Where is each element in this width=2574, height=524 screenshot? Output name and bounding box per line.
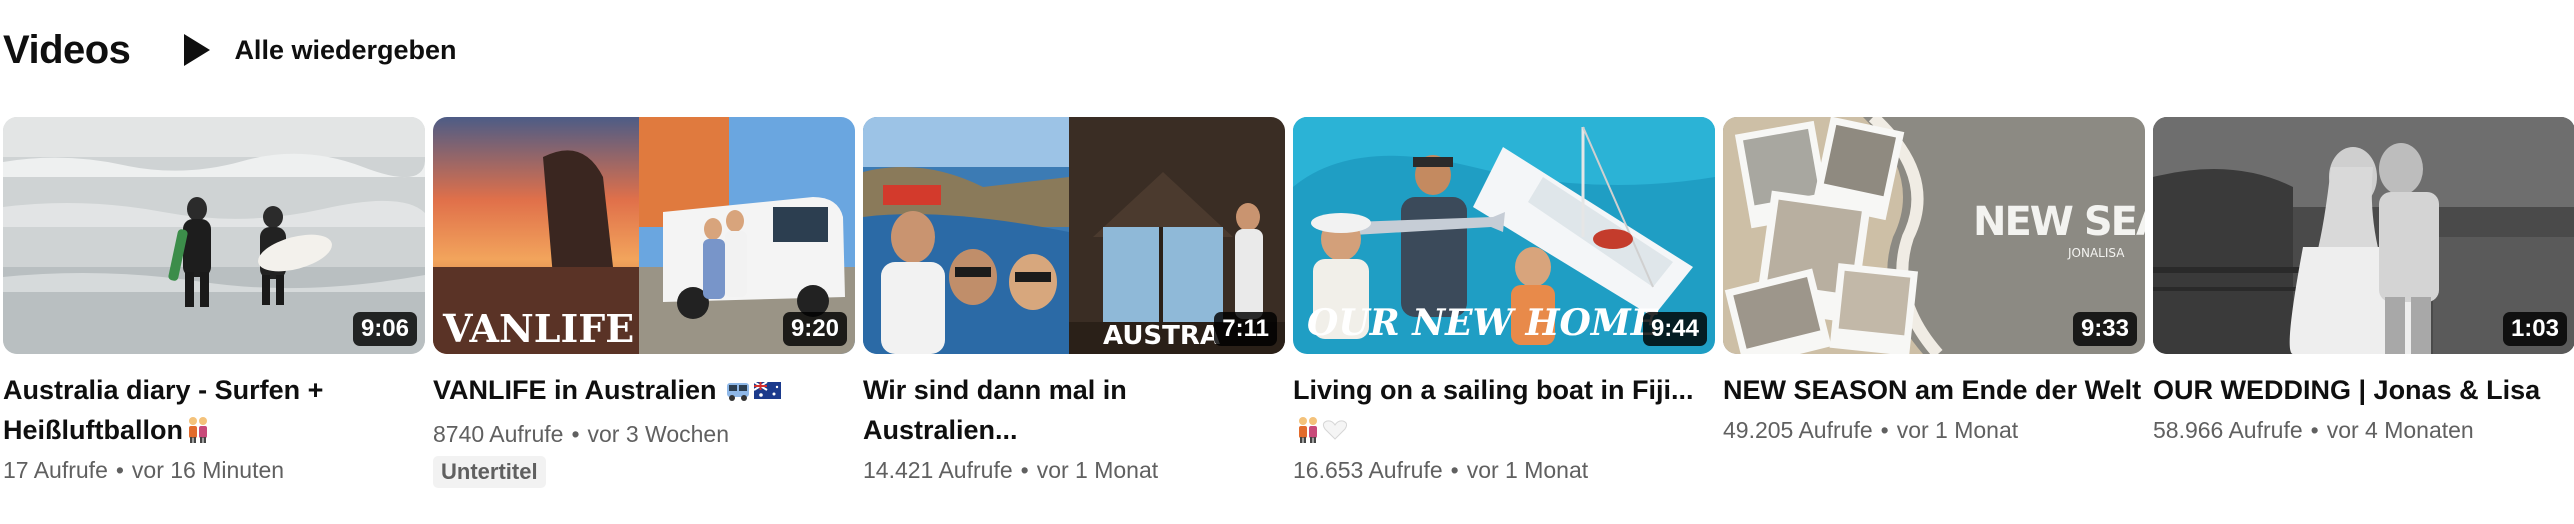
shelf-header: Videos Alle wiedergeben — [3, 22, 467, 78]
video-title[interactable]: Wir sind dann mal in Australien... — [863, 370, 1285, 450]
video-card[interactable]: 1:03 OUR WEDDING | Jonas & Lisa 58.966 A… — [2153, 117, 2574, 488]
couple-emoji — [185, 414, 211, 450]
video-meta: Wir sind dann mal in Australien... 14.42… — [863, 354, 1285, 488]
separator-dot: • — [1880, 417, 1889, 443]
view-count: 58.966 Aufrufe — [2153, 417, 2303, 443]
thumbnail-caption: AUSTRA — [1103, 321, 1220, 351]
view-count: 14.421 Aufrufe — [863, 457, 1013, 483]
video-card[interactable]: NEW SEASON JONALISA 9:33 NEW SEASON am E… — [1723, 117, 2145, 488]
video-meta: VANLIFE in Australien 8740 Aufrufe • vor 3… — [433, 354, 855, 488]
thumbnail-caption: OUR NEW HOME — [1307, 302, 1659, 344]
separator-dot: • — [1450, 457, 1459, 483]
video-card[interactable]: OUR NEW HOME 9:44 Living on a sailing bo… — [1293, 117, 1715, 488]
video-stats: 8740 Aufrufe • vor 3 Wochen — [433, 416, 855, 452]
duration-badge: 9:06 — [352, 312, 417, 346]
play-icon — [184, 34, 211, 66]
thumbnail-subcaption: JONALISA — [2067, 246, 2125, 260]
subtitles-badge: Untertitel — [433, 456, 546, 488]
video-stats: 49.205 Aufrufe • vor 1 Monat — [1723, 412, 2145, 448]
thumbnail-caption: VANLIFE — [442, 306, 634, 351]
video-title-text: Living on a sailing boat in Fiji... — [1293, 375, 1694, 405]
separator-dot: • — [571, 421, 580, 447]
duration-badge: 1:03 — [2502, 312, 2567, 346]
upload-age: vor 1 Monat — [1036, 457, 1159, 483]
video-title[interactable]: NEW SEASON am Ende der Welt — [1723, 370, 2145, 410]
duration-badge: 7:11 — [1214, 312, 1277, 346]
upload-age: vor 1 Monat — [1896, 417, 2019, 443]
separator-dot: • — [1020, 457, 1029, 483]
video-meta: Living on a sailing boat in Fiji... 16.6… — [1293, 354, 1715, 488]
video-thumbnail[interactable]: OUR NEW HOME 9:44 — [1293, 117, 1715, 354]
van-australia-flag-emoji — [726, 374, 782, 414]
duration-badge: 9:33 — [2072, 312, 2137, 346]
video-meta: NEW SEASON am Ende der Welt 49.205 Aufru… — [1723, 354, 2145, 448]
video-stats: 14.421 Aufrufe • vor 1 Monat — [863, 452, 1285, 488]
separator-dot: • — [2310, 417, 2319, 443]
video-stats: 17 Aufrufe • vor 16 Minuten — [3, 452, 425, 488]
video-title[interactable]: OUR WEDDING | Jonas & Lisa — [2153, 370, 2574, 410]
video-stats: 58.966 Aufrufe • vor 4 Monaten — [2153, 412, 2574, 448]
video-thumbnail[interactable]: AUSTRA 7:11 — [863, 117, 1285, 354]
video-card[interactable]: 9:06 Australia diary - Surfen + Heißluft… — [3, 117, 425, 488]
thumbnail-caption: NEW SEASON — [1973, 199, 2145, 245]
video-thumbnail[interactable]: NEW SEASON JONALISA 9:33 — [1723, 117, 2145, 354]
video-meta: Australia diary - Surfen + Heißluftballo… — [3, 354, 425, 488]
video-thumbnail[interactable]: 9:06 — [3, 117, 425, 354]
view-count: 8740 Aufrufe — [433, 421, 564, 447]
separator-dot: • — [115, 457, 124, 483]
couple-white-heart-emoji — [1295, 414, 1348, 450]
upload-age: vor 16 Minuten — [131, 457, 285, 483]
video-stats: 16.653 Aufrufe • vor 1 Monat — [1293, 452, 1715, 488]
video-title[interactable]: VANLIFE in Australien — [433, 370, 855, 414]
video-title[interactable]: Australia diary - Surfen + Heißluftballo… — [3, 370, 425, 450]
video-meta: OUR WEDDING | Jonas & Lisa 58.966 Aufruf… — [2153, 354, 2574, 448]
view-count: 17 Aufrufe — [3, 457, 108, 483]
video-title-text: Australia diary - Surfen + Heißluftballo… — [3, 375, 324, 445]
duration-badge: 9:44 — [1642, 312, 1707, 346]
play-all-button[interactable]: Alle wiedergeben — [174, 28, 466, 72]
video-title[interactable]: Living on a sailing boat in Fiji... — [1293, 370, 1715, 450]
play-all-label: Alle wiedergeben — [234, 34, 457, 65]
video-title-text: VANLIFE in Australien — [433, 375, 717, 405]
video-card[interactable]: AUSTRA 7:11 Wir sind dann mal in Austral… — [863, 117, 1285, 488]
view-count: 16.653 Aufrufe — [1293, 457, 1443, 483]
video-thumbnail[interactable]: VANLIFE 9:20 — [433, 117, 855, 354]
view-count: 49.205 Aufrufe — [1723, 417, 1873, 443]
video-grid: 9:06 Australia diary - Surfen + Heißluft… — [3, 117, 2574, 488]
duration-badge: 9:20 — [782, 312, 847, 346]
upload-age: vor 4 Monaten — [2326, 417, 2474, 443]
shelf-title[interactable]: Videos — [3, 28, 131, 73]
video-thumbnail[interactable]: 1:03 — [2153, 117, 2574, 354]
video-card[interactable]: VANLIFE 9:20 VANLIFE in Australien 8740 … — [433, 117, 855, 488]
upload-age: vor 3 Wochen — [587, 421, 729, 447]
upload-age: vor 1 Monat — [1466, 457, 1589, 483]
